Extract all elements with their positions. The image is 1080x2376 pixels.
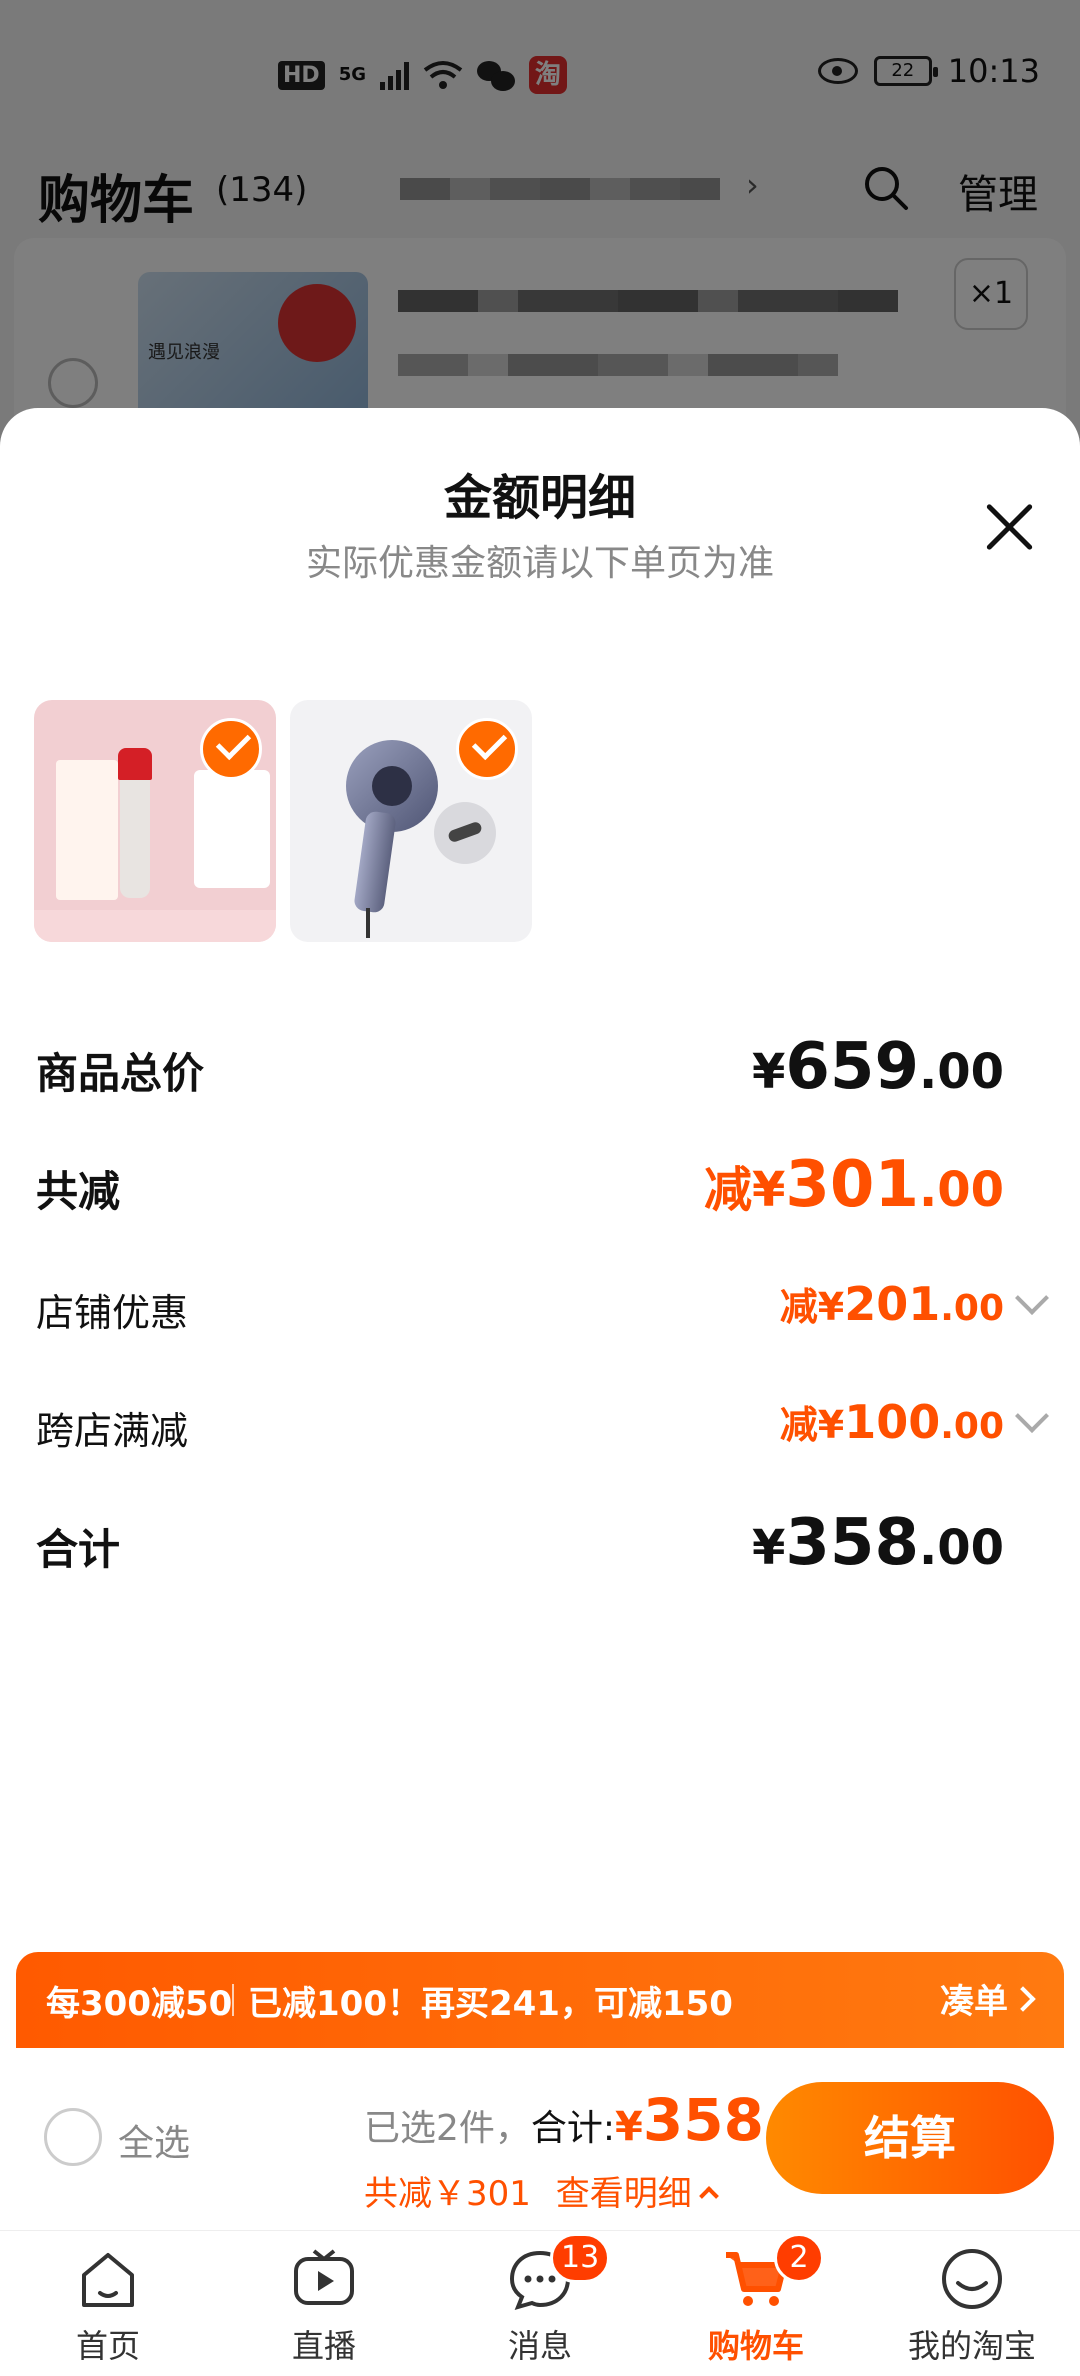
total-reduction-label: 共减 xyxy=(36,1167,121,1216)
feature-panel-image xyxy=(194,770,270,888)
select-all-label[interactable]: 全选 xyxy=(118,2114,190,2166)
message-badge: 13 xyxy=(550,2233,611,2283)
cross-store-value: 减¥100.00 xyxy=(779,1395,1004,1449)
chevron-up-icon[interactable] xyxy=(698,2186,719,2206)
tab-label: 我的淘宝 xyxy=(907,2327,1036,2365)
hairdryer-handle-image xyxy=(353,810,397,914)
checkout-total: 358 xyxy=(642,2086,764,2154)
home-icon xyxy=(82,2253,134,2307)
tab-my-taobao[interactable]: 我的淘宝 xyxy=(864,2231,1080,2376)
add-more-link[interactable]: 凑单 xyxy=(940,1974,1008,2023)
selected-count: 已选2件， xyxy=(364,2108,531,2149)
sheet-title: 金额明细 xyxy=(443,470,636,526)
checkmark-icon[interactable] xyxy=(200,718,262,780)
bottle-box-image xyxy=(56,760,118,900)
tab-messages[interactable]: 13 消息 xyxy=(432,2231,648,2376)
hairdryer-cord-image xyxy=(366,908,370,938)
goods-total-value: ¥659.00 xyxy=(751,1030,1004,1104)
tab-label: 直播 xyxy=(291,2327,356,2365)
cross-store-label: 跨店满减 xyxy=(36,1409,189,1453)
live-play-icon xyxy=(294,2249,354,2305)
view-detail-link[interactable]: 查看明细 xyxy=(556,2174,692,2214)
reduction-amount: 共减￥301 xyxy=(364,2174,531,2214)
bottom-tab-bar: 首页 直播 13 消息 2 购物车 我的淘宝 xyxy=(0,2230,1080,2376)
promo-rule: 每300减50 xyxy=(46,1984,233,2024)
tab-label: 首页 xyxy=(75,2327,140,2365)
water-bottle-image xyxy=(118,748,152,898)
profile-smile-icon xyxy=(942,2249,1002,2309)
tab-label: 购物车 xyxy=(707,2327,804,2365)
total-reduction-value: 减¥301.00 xyxy=(703,1148,1004,1222)
checkout-bar: 全选 已选2件，合计:¥358 共减￥301 查看明细 结算 xyxy=(0,2048,1080,2230)
chevron-right-icon[interactable] xyxy=(1010,1986,1036,2012)
nozzle-accessory-image xyxy=(434,802,496,864)
total-label: 合计: xyxy=(530,2108,616,2149)
checkmark-icon[interactable] xyxy=(456,718,518,780)
goods-total-label: 商品总价 xyxy=(36,1049,205,1098)
spec-strip-image xyxy=(34,910,276,942)
cart-badge: 2 xyxy=(774,2233,824,2283)
reduction-summary[interactable]: 共减￥301 查看明细 xyxy=(364,2166,719,2215)
close-icon[interactable] xyxy=(978,496,1040,558)
grand-total-value: ¥358.00 xyxy=(751,1506,1004,1580)
promo-divider xyxy=(232,1984,234,2016)
chevron-down-icon[interactable] xyxy=(1015,1399,1049,1433)
currency-symbol: ¥ xyxy=(615,2104,643,2150)
promo-status: 已减100！再买241，可减150 xyxy=(248,1984,733,2024)
select-all-radio[interactable] xyxy=(44,2108,102,2166)
product-thumbnail-bottle[interactable] xyxy=(34,700,276,942)
chevron-down-icon[interactable] xyxy=(1015,1281,1049,1315)
tab-cart[interactable]: 2 购物车 xyxy=(648,2231,864,2376)
shop-discount-value: 减¥201.00 xyxy=(779,1277,1004,1331)
checkout-button[interactable]: 结算 xyxy=(766,2082,1054,2194)
promo-banner[interactable]: 每300减50 已减100！再买241，可减150 凑单 xyxy=(16,1952,1064,2048)
tab-label: 消息 xyxy=(507,2327,572,2365)
tab-live[interactable]: 直播 xyxy=(216,2231,432,2376)
product-thumbnail-hairdryer[interactable] xyxy=(290,700,532,942)
selection-summary: 已选2件，合计:¥358 xyxy=(364,2086,764,2154)
shop-discount-label: 店铺优惠 xyxy=(36,1291,189,1335)
sheet-subtitle: 实际优惠金额请以下单页为准 xyxy=(305,543,774,584)
grand-total-label: 合计 xyxy=(36,1525,121,1574)
tab-home[interactable]: 首页 xyxy=(0,2231,216,2376)
